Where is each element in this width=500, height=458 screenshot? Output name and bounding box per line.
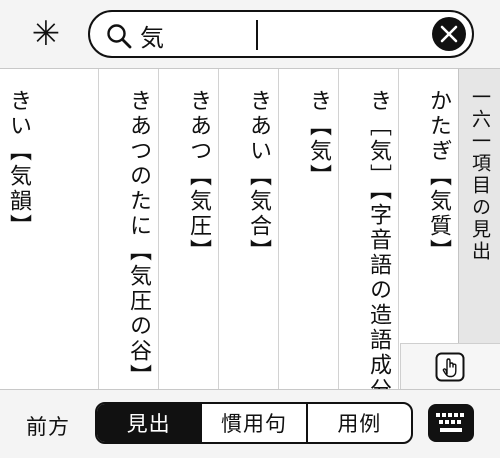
- search-mode-prefix[interactable]: 前方: [26, 411, 70, 441]
- result-item[interactable]: きあつのたに【気圧の谷】: [98, 69, 158, 389]
- tab-midashi[interactable]: 見出: [97, 404, 201, 442]
- search-box[interactable]: [88, 10, 474, 58]
- result-item[interactable]: かたぎ【気質】: [398, 69, 458, 389]
- text-caret: [256, 20, 258, 50]
- asterisk-icon[interactable]: ✳: [30, 17, 62, 51]
- result-item[interactable]: きい【気韻】: [0, 69, 38, 389]
- results-list: かたぎ【気質】 き［気］【字音語の造語成分】 き【気】 きあい【気合】 きあつ【…: [0, 69, 458, 389]
- result-count-heading: 一六一項目の見出: [469, 87, 491, 263]
- hand-mode-area[interactable]: [400, 343, 500, 389]
- result-label: き【気】: [306, 89, 331, 189]
- top-bar: ✳: [0, 0, 500, 69]
- tab-kanyoku[interactable]: 慣用句: [200, 404, 305, 442]
- tab-yourei[interactable]: 用例: [305, 404, 411, 442]
- search-input[interactable]: [140, 18, 410, 52]
- result-item[interactable]: き［気］【字音語の造語成分】: [338, 69, 398, 389]
- result-label: かたぎ【気質】: [426, 89, 451, 264]
- result-item[interactable]: き【気】: [278, 69, 338, 389]
- search-type-tabs: 見出 慣用句 用例: [95, 402, 413, 444]
- result-label: き［気］【字音語の造語成分】: [366, 89, 391, 389]
- result-item[interactable]: きあい【気合】: [218, 69, 278, 389]
- keyboard-button[interactable]: [428, 404, 474, 442]
- search-icon: [107, 24, 132, 49]
- side-heading-column: 一六一項目の見出: [458, 69, 500, 389]
- result-item[interactable]: きあつ【気圧】: [158, 69, 218, 389]
- keyboard-icon: [436, 413, 464, 432]
- result-label: きあい【気合】: [246, 89, 271, 264]
- bottom-bar: 前方 見出 慣用句 用例: [0, 389, 500, 458]
- clear-search-button[interactable]: [432, 17, 466, 51]
- result-label: きい【気韻】: [6, 89, 31, 239]
- hand-pointer-icon[interactable]: [435, 352, 465, 382]
- result-label: きあつ【気圧】: [186, 89, 211, 264]
- clear-x-icon: [440, 25, 458, 43]
- result-label: きあつのたに【気圧の谷】: [126, 89, 151, 389]
